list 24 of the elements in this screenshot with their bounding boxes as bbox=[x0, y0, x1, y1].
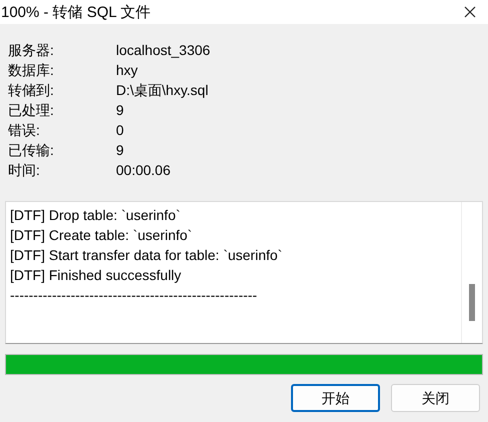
field-value: 9 bbox=[116, 140, 124, 160]
log-line: [DTF] Finished successfully bbox=[10, 266, 182, 285]
close-icon[interactable] bbox=[464, 6, 476, 18]
log-line: [DTF] Drop table: `userinfo` bbox=[10, 206, 182, 225]
field-label: 错误: bbox=[8, 120, 41, 140]
field-value: 00:00.06 bbox=[116, 160, 170, 180]
field-label: 时间: bbox=[8, 160, 41, 180]
window-title: 100% - 转储 SQL 文件 bbox=[1, 4, 150, 20]
log-line: [DTF] Start transfer data for table: `userinfo` bbox=[10, 246, 284, 265]
field-label: 服务器: bbox=[8, 40, 55, 60]
field-label: 转储到: bbox=[8, 80, 55, 100]
field-label: 数据库: bbox=[8, 60, 55, 80]
dialog-button[interactable]: 关闭 bbox=[391, 384, 480, 412]
log-line: ----------------------------------------------------- bbox=[10, 286, 258, 305]
field-label: 已处理: bbox=[8, 100, 55, 120]
field-value: 9 bbox=[116, 100, 124, 120]
field-value: D:\桌面\hxy.sql bbox=[116, 80, 208, 100]
field-value: localhost_3306 bbox=[116, 40, 210, 60]
field-label: 已传输: bbox=[8, 140, 55, 160]
field-value: 0 bbox=[116, 120, 124, 140]
dialog-button[interactable]: 开始 bbox=[291, 384, 380, 412]
field-value: hxy bbox=[116, 60, 138, 80]
log-line: [DTF] Create table: `userinfo` bbox=[10, 226, 194, 245]
scrollbar-thumb[interactable] bbox=[469, 284, 475, 321]
